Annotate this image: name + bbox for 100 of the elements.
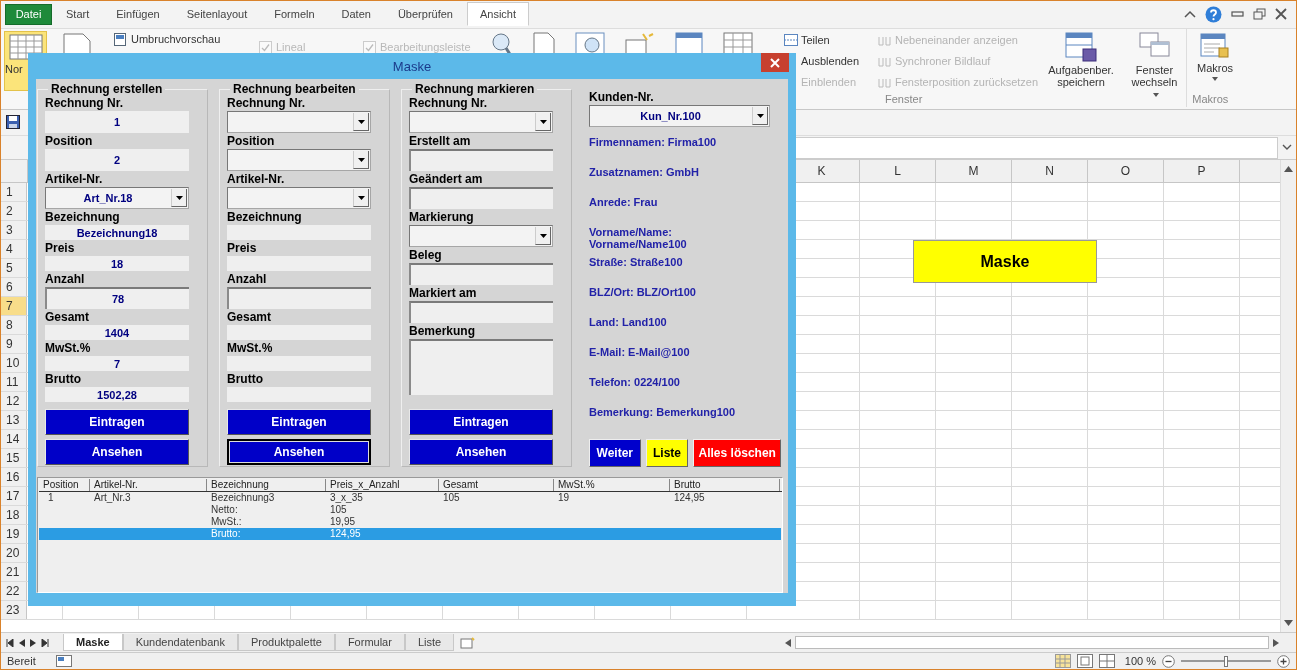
input-field[interactable]: 18 bbox=[45, 256, 189, 271]
row-header[interactable]: 1 bbox=[1, 183, 27, 202]
row-header[interactable]: 14 bbox=[1, 430, 27, 449]
column-header[interactable]: M bbox=[936, 160, 1012, 183]
combo-box[interactable] bbox=[227, 149, 371, 171]
combo-box[interactable] bbox=[409, 225, 553, 247]
combo-box[interactable] bbox=[227, 187, 371, 209]
close-button[interactable] bbox=[761, 53, 789, 72]
form-button[interactable]: Eintragen bbox=[227, 409, 371, 435]
scroll-left-icon[interactable] bbox=[785, 638, 791, 647]
form-button[interactable]: Ansehen bbox=[45, 439, 189, 465]
sheet-tab[interactable]: Produktpalette bbox=[237, 634, 335, 652]
row-header[interactable]: 5 bbox=[1, 259, 27, 278]
window-command[interactable]: Teilen bbox=[784, 32, 871, 48]
help-icon[interactable] bbox=[1205, 5, 1222, 23]
row-header[interactable]: 22 bbox=[1, 582, 27, 601]
row-header[interactable]: 8 bbox=[1, 316, 27, 335]
input-field[interactable] bbox=[227, 356, 371, 371]
save-icon[interactable] bbox=[6, 115, 20, 130]
text-area[interactable] bbox=[409, 339, 553, 395]
minimize-icon[interactable] bbox=[1231, 10, 1244, 19]
column-header[interactable]: P bbox=[1164, 160, 1240, 183]
sheet-tab[interactable]: Maske bbox=[63, 634, 123, 652]
list-row[interactable]: Netto: 105 bbox=[39, 504, 781, 516]
row-header[interactable]: 11 bbox=[1, 373, 27, 392]
row-header[interactable]: 19 bbox=[1, 525, 27, 544]
input-field[interactable] bbox=[409, 301, 553, 323]
combo-box[interactable] bbox=[409, 111, 553, 133]
window-icon[interactable] bbox=[675, 31, 703, 56]
page-break-icon[interactable] bbox=[1098, 654, 1115, 668]
form-button[interactable]: Ansehen bbox=[409, 439, 553, 465]
restore-icon[interactable] bbox=[1253, 8, 1266, 21]
record-macro-icon[interactable] bbox=[55, 655, 72, 667]
input-field[interactable] bbox=[409, 149, 553, 171]
file-tab[interactable]: Datei bbox=[5, 3, 52, 25]
column-header[interactable]: N bbox=[1012, 160, 1088, 183]
input-field[interactable] bbox=[227, 256, 371, 271]
input-field[interactable] bbox=[227, 225, 371, 240]
row-header[interactable]: 9 bbox=[1, 335, 27, 354]
zoom-out-icon[interactable] bbox=[1162, 654, 1175, 668]
form-button[interactable]: Ansehen bbox=[227, 439, 371, 465]
table-icon[interactable] bbox=[723, 31, 753, 56]
input-field[interactable]: 1404 bbox=[45, 325, 189, 340]
column-header[interactable]: L bbox=[860, 160, 936, 183]
row-header[interactable]: 10 bbox=[1, 354, 27, 373]
row-header[interactable]: 2 bbox=[1, 202, 27, 221]
sheet-tab[interactable]: Liste bbox=[404, 634, 455, 652]
next-sheet-icon[interactable] bbox=[30, 638, 36, 647]
ribbon-tab[interactable]: Ansicht bbox=[466, 2, 530, 27]
normal-view-icon[interactable] bbox=[1054, 654, 1071, 668]
list-box[interactable]: Position Artikel-Nr. Bezeichnung Preis_x_Anzahl Gesamt MwSt.% Brutto 1 Art_Nr.3 Bezeichnung3 3_x_35 105 19 124,95 Netto: 105 MwSt.: 19,95 Brutto: 124,95 bbox=[37, 477, 783, 593]
scroll-down-icon[interactable] bbox=[1284, 620, 1293, 627]
input-field[interactable]: 1502,28 bbox=[45, 387, 189, 402]
expand-formula-bar-icon[interactable] bbox=[1282, 144, 1292, 152]
row-header[interactable]: 12 bbox=[1, 392, 27, 411]
input-field[interactable]: 1 bbox=[45, 111, 189, 133]
row-header[interactable]: 16 bbox=[1, 468, 27, 487]
row-header[interactable]: 7 bbox=[1, 297, 27, 316]
row-header[interactable]: 4 bbox=[1, 240, 27, 259]
vertical-scrollbar[interactable] bbox=[1280, 160, 1296, 633]
sheet-tab[interactable]: Kundendatenbank bbox=[122, 634, 238, 652]
first-sheet-icon[interactable] bbox=[6, 638, 14, 647]
ribbon-button[interactable]: Aufgabenber. speichern bbox=[1041, 28, 1121, 88]
row-header[interactable]: 20 bbox=[1, 544, 27, 563]
ribbon-tab[interactable]: Daten bbox=[328, 2, 384, 27]
scroll-up-icon[interactable] bbox=[1284, 166, 1293, 173]
input-field[interactable] bbox=[227, 287, 371, 309]
row-header[interactable]: 15 bbox=[1, 449, 27, 468]
ribbon-tab[interactable]: Überprüfen bbox=[384, 2, 466, 27]
input-field[interactable] bbox=[409, 263, 553, 285]
ribbon-tab[interactable]: Start bbox=[53, 2, 103, 27]
combo-box[interactable] bbox=[227, 111, 371, 133]
zoom-level[interactable]: 100 % bbox=[1124, 655, 1156, 667]
collapse-ribbon-icon[interactable] bbox=[1184, 10, 1196, 19]
input-field[interactable]: 78 bbox=[45, 287, 189, 309]
close-icon[interactable] bbox=[1275, 8, 1287, 21]
list-row[interactable]: MwSt.: 19,95 bbox=[39, 516, 781, 528]
form-button[interactable]: Weiter bbox=[589, 439, 641, 467]
macro-button[interactable]: Maske bbox=[913, 240, 1097, 284]
input-field[interactable]: Bezeichnung18 bbox=[45, 225, 189, 240]
zoom-in-icon[interactable] bbox=[1277, 654, 1290, 668]
combo-box[interactable]: Kun_Nr.100 bbox=[589, 105, 770, 127]
sheet-tab[interactable]: Formular bbox=[334, 634, 405, 652]
last-sheet-icon[interactable] bbox=[41, 638, 49, 647]
row-header[interactable]: 23 bbox=[1, 601, 27, 620]
row-header[interactable]: 3 bbox=[1, 221, 27, 240]
ribbon-tab[interactable]: Seitenlayout bbox=[173, 2, 261, 27]
form-button[interactable]: Eintragen bbox=[45, 409, 189, 435]
row-header[interactable]: 13 bbox=[1, 411, 27, 430]
scroll-right-icon[interactable] bbox=[1273, 638, 1279, 647]
list-row[interactable]: 1 Art_Nr.3 Bezeichnung3 3_x_35 105 19 124,95 bbox=[39, 492, 781, 504]
row-header[interactable]: 17 bbox=[1, 487, 27, 506]
form-button[interactable]: Alles löschen bbox=[693, 439, 781, 467]
input-field[interactable] bbox=[227, 387, 371, 402]
combo-box[interactable]: Art_Nr.18 bbox=[45, 187, 189, 209]
column-header[interactable]: O bbox=[1088, 160, 1164, 183]
form-button[interactable]: Eintragen bbox=[409, 409, 553, 435]
new-sheet-icon[interactable] bbox=[460, 636, 477, 649]
form-button[interactable]: Liste bbox=[645, 439, 689, 467]
ribbon-button[interactable]: Fenster wechseln bbox=[1123, 28, 1186, 100]
